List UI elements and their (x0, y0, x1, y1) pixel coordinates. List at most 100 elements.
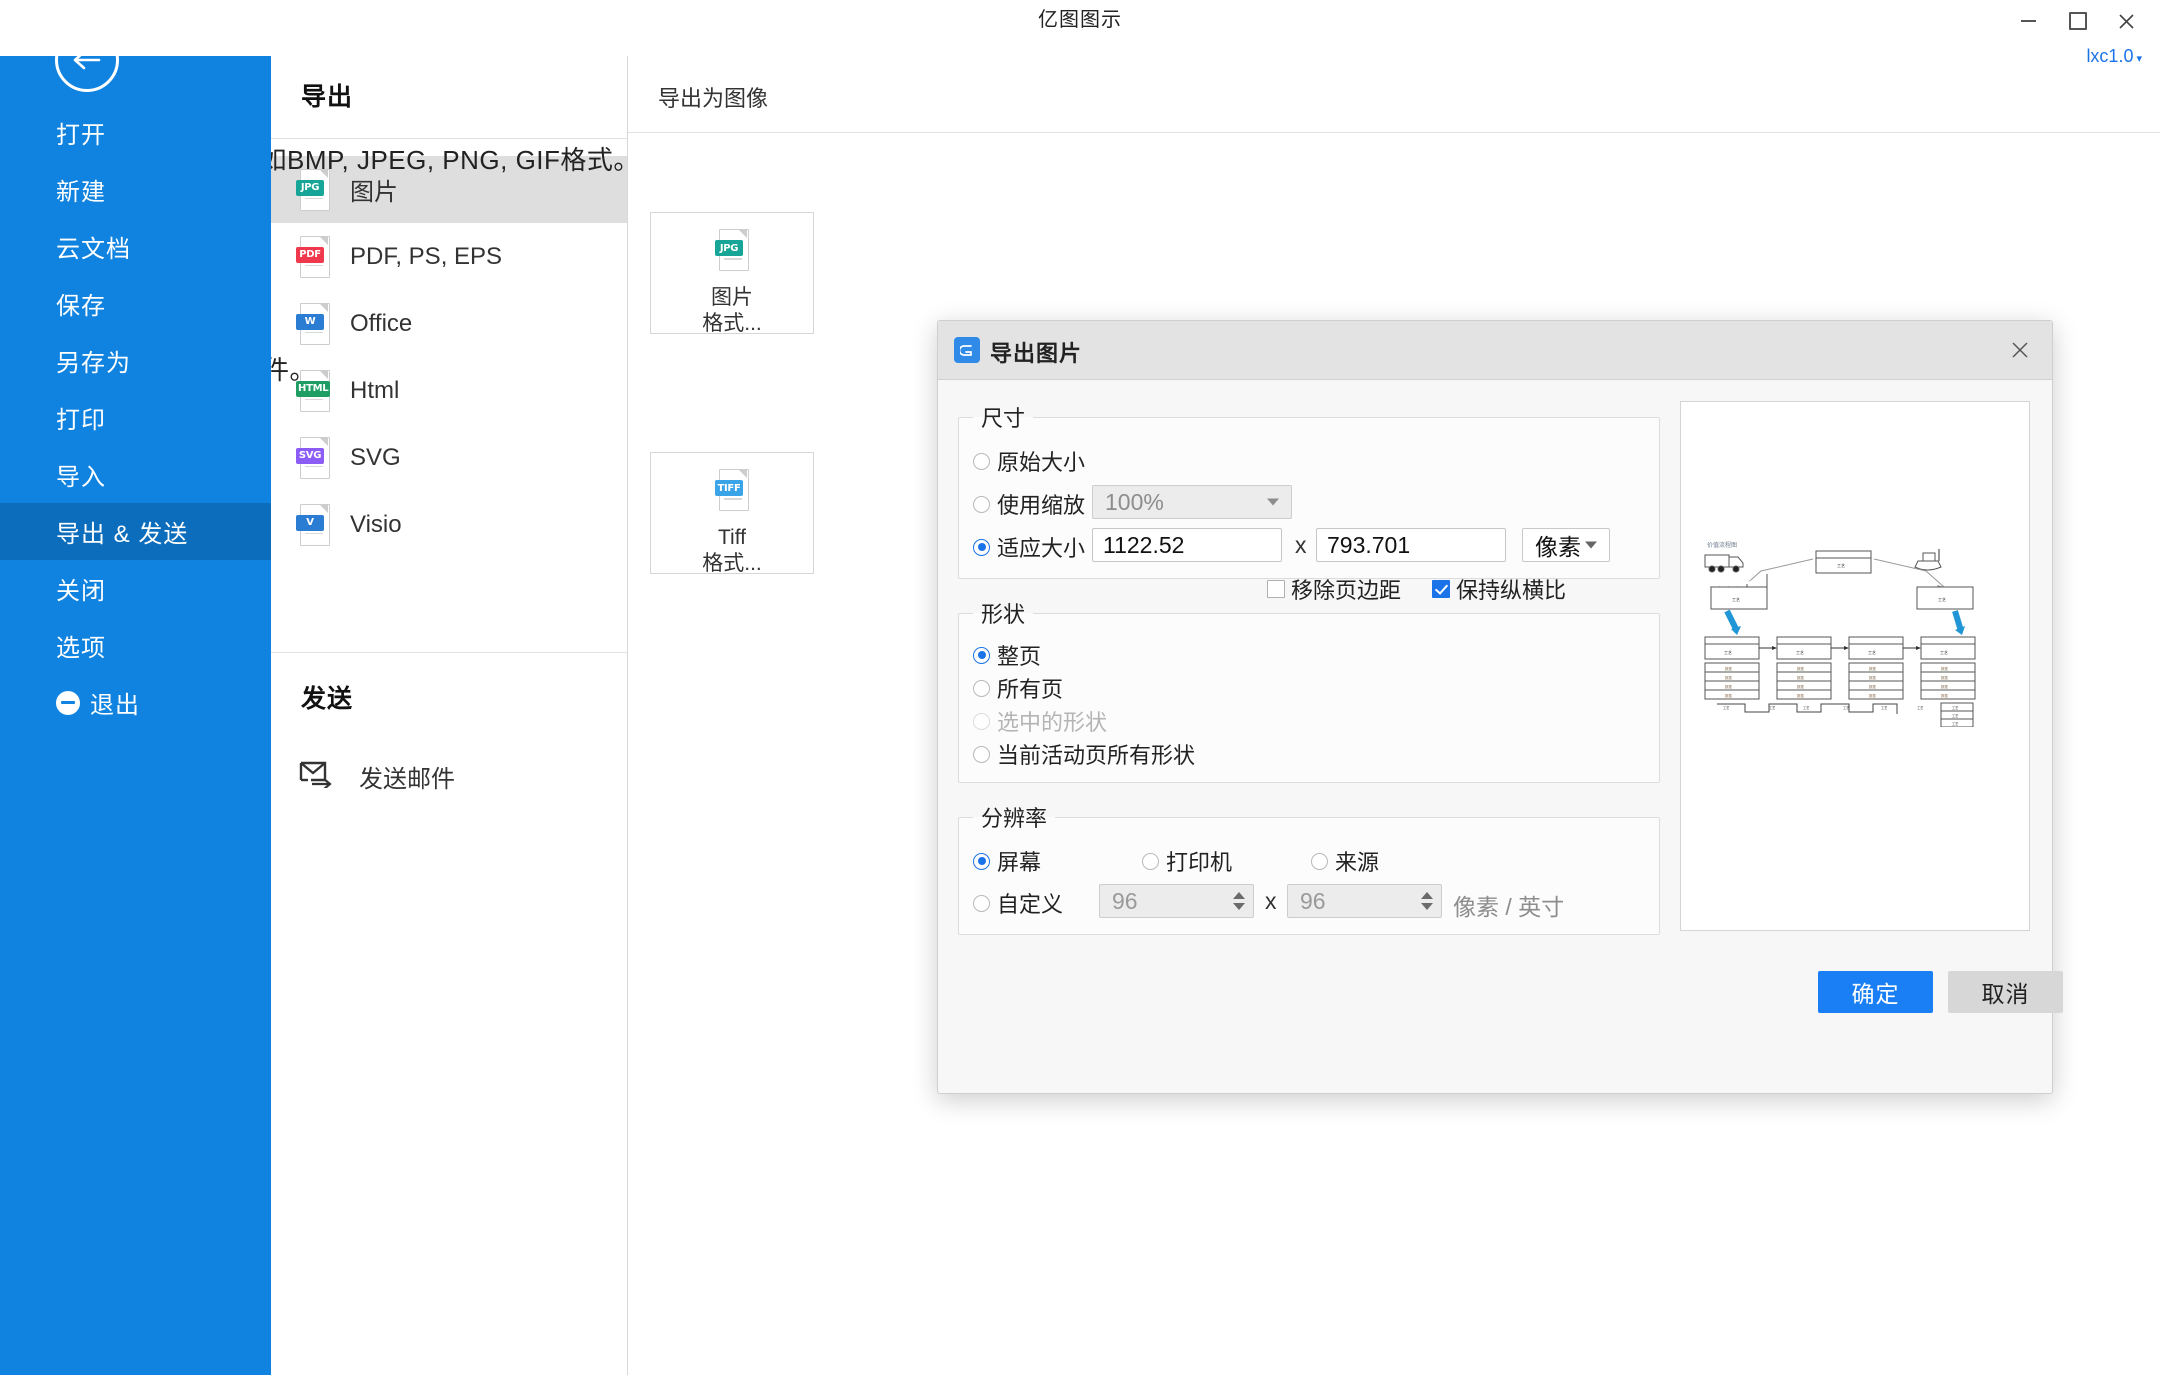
svg-text:工艺: 工艺 (1881, 705, 1887, 710)
send-mail-label: 发送邮件 (359, 759, 455, 794)
shape-group-legend: 形状 (973, 597, 1033, 629)
backstage-sidebar: 打开 新建 云文档 保存 另存为 打印 导入 导出 & 发送 关闭 选项 退出 (0, 0, 271, 1375)
radio-label: 打印机 (1166, 845, 1232, 877)
resolution-group-legend: 分辨率 (973, 801, 1055, 833)
export-image-dialog: 导出图片 尺寸 原始大小 使用缩放 100% 适应大小 1122.52 x 79… (937, 320, 2053, 1094)
minimize-button[interactable] (2008, 6, 2048, 36)
format-item-visio[interactable]: V Visio (271, 491, 627, 558)
account-menu[interactable]: lxc1.0▾ (2086, 46, 2142, 67)
radio-all-pages[interactable]: 所有页 (973, 672, 1063, 704)
radio-printer[interactable]: 打印机 (1142, 845, 1232, 877)
app-logo-icon (954, 337, 980, 363)
scale-percent-value: 100% (1105, 489, 1164, 516)
export-height-value: 793.701 (1327, 532, 1410, 559)
word-file-icon: W (296, 303, 330, 345)
radio-original-size[interactable]: 原始大小 (973, 445, 1085, 477)
svg-text:工艺: 工艺 (1837, 563, 1845, 568)
radio-indicator (973, 647, 990, 664)
send-mail-item[interactable]: 发送邮件 (271, 746, 627, 806)
svg-file-icon: SVG (296, 437, 330, 479)
close-window-button[interactable] (2106, 6, 2146, 36)
svg-text:工艺: 工艺 (1803, 705, 1809, 710)
format-item-html[interactable]: HTML Html (271, 357, 627, 424)
export-height-input[interactable]: 793.701 (1316, 528, 1506, 562)
sidebar-item-label: 选项 (56, 628, 106, 663)
radio-selected-shapes: 选中的形状 (973, 705, 1107, 737)
dpi-x-value: 96 (1112, 888, 1138, 915)
stepper-arrows-icon[interactable] (1233, 892, 1245, 910)
svg-text:数据: 数据 (1725, 693, 1732, 698)
tiff-format-card[interactable]: TIFF Tiff格式... (650, 452, 814, 574)
dialog-title-bar: 导出图片 (938, 321, 2052, 380)
svg-text:数据: 数据 (1725, 675, 1732, 680)
svg-text:数据: 数据 (1797, 666, 1804, 671)
scale-percent-dropdown[interactable]: 100% (1092, 485, 1292, 519)
radio-label: 整页 (997, 639, 1041, 671)
radio-use-scale[interactable]: 使用缩放 (973, 488, 1085, 520)
sidebar-item-print[interactable]: 打印 (0, 389, 271, 446)
svg-text:数据: 数据 (1869, 666, 1876, 671)
unit-dropdown[interactable]: 像素 (1522, 528, 1610, 562)
radio-source[interactable]: 来源 (1311, 845, 1379, 877)
radio-whole-page[interactable]: 整页 (973, 639, 1041, 671)
radio-label: 选中的形状 (997, 705, 1107, 737)
size-group: 尺寸 原始大小 使用缩放 100% 适应大小 1122.52 x 793.701… (958, 401, 1660, 579)
maximize-button[interactable] (2058, 6, 2098, 36)
svg-text:工艺: 工艺 (1724, 650, 1732, 655)
export-heading: 导出 (301, 77, 353, 113)
export-width-input[interactable]: 1122.52 (1092, 528, 1282, 562)
format-label: PDF, PS, EPS (350, 243, 502, 271)
sidebar-item-close[interactable]: 关闭 (0, 560, 271, 617)
close-icon (2011, 341, 2029, 359)
svg-text:工艺: 工艺 (1769, 705, 1775, 710)
confirm-button[interactable]: 确定 (1818, 971, 1933, 1013)
cancel-button[interactable]: 取消 (1948, 971, 2063, 1013)
radio-label: 适应大小 (997, 531, 1085, 563)
pdf-file-icon: PDF (296, 236, 330, 278)
radio-custom-dpi[interactable]: 自定义 (973, 887, 1063, 919)
dpi-y-stepper[interactable]: 96 (1287, 884, 1442, 918)
sidebar-item-options[interactable]: 选项 (0, 617, 271, 674)
dpi-y-value: 96 (1300, 888, 1326, 915)
svg-text:工艺: 工艺 (1732, 597, 1740, 602)
dpi-x-separator: x (1265, 888, 1277, 915)
sidebar-item-export-send[interactable]: 导出 & 发送 (0, 503, 271, 560)
sidebar-item-save[interactable]: 保存 (0, 275, 271, 332)
account-name: lxc1.0 (2086, 46, 2133, 66)
sidebar-item-exit[interactable]: 退出 (0, 674, 271, 731)
radio-all-shapes-on-active-page[interactable]: 当前活动页所有形状 (973, 738, 1195, 770)
shape-group: 形状 整页 所有页 选中的形状 当前活动页所有形状 (958, 597, 1660, 783)
card-caption: Tiff格式... (702, 525, 762, 576)
sidebar-item-cloud[interactable]: 云文档 (0, 218, 271, 275)
format-label: Office (350, 310, 412, 338)
mail-send-icon (299, 760, 333, 793)
radio-screen[interactable]: 屏幕 (973, 845, 1041, 877)
checkbox-indicator (1432, 580, 1450, 598)
sidebar-item-open[interactable]: 打开 (0, 104, 271, 161)
sidebar-item-import[interactable]: 导入 (0, 446, 271, 503)
format-item-pdf[interactable]: PDF PDF, PS, EPS (271, 223, 627, 290)
radio-label: 原始大小 (997, 445, 1085, 477)
app-title: 亿图图示 (0, 0, 2160, 40)
svg-text:数据: 数据 (1797, 675, 1804, 680)
divider (271, 652, 627, 653)
sidebar-item-new[interactable]: 新建 (0, 161, 271, 218)
svg-text:工艺: 工艺 (1796, 650, 1804, 655)
dpi-x-stepper[interactable]: 96 (1099, 884, 1254, 918)
sidebar-item-save-as[interactable]: 另存为 (0, 332, 271, 389)
dialog-close-button[interactable] (1998, 331, 2042, 369)
divider (628, 132, 2160, 133)
chevron-down-icon (1267, 499, 1279, 506)
format-item-office[interactable]: W Office (271, 290, 627, 357)
stepper-arrows-icon[interactable] (1421, 892, 1433, 910)
image-format-card[interactable]: JPG 图片格式... (650, 212, 814, 334)
chevron-down-icon (1585, 542, 1597, 549)
export-preview: 价值流程图 工艺 工艺 工艺 (1680, 401, 2030, 931)
format-item-svg[interactable]: SVG SVG (271, 424, 627, 491)
svg-text:工艺: 工艺 (1723, 705, 1729, 710)
window-title-bar: 亿图图示 lxc1.0▾ (0, 0, 2160, 56)
radio-fit-size[interactable]: 适应大小 (973, 531, 1085, 563)
export-format-panel: 导出 JPG 图片 PDF PDF, PS, EPS W Office HTML (271, 56, 627, 1375)
sidebar-item-label: 云文档 (56, 229, 131, 264)
svg-text:数据: 数据 (1725, 666, 1732, 671)
